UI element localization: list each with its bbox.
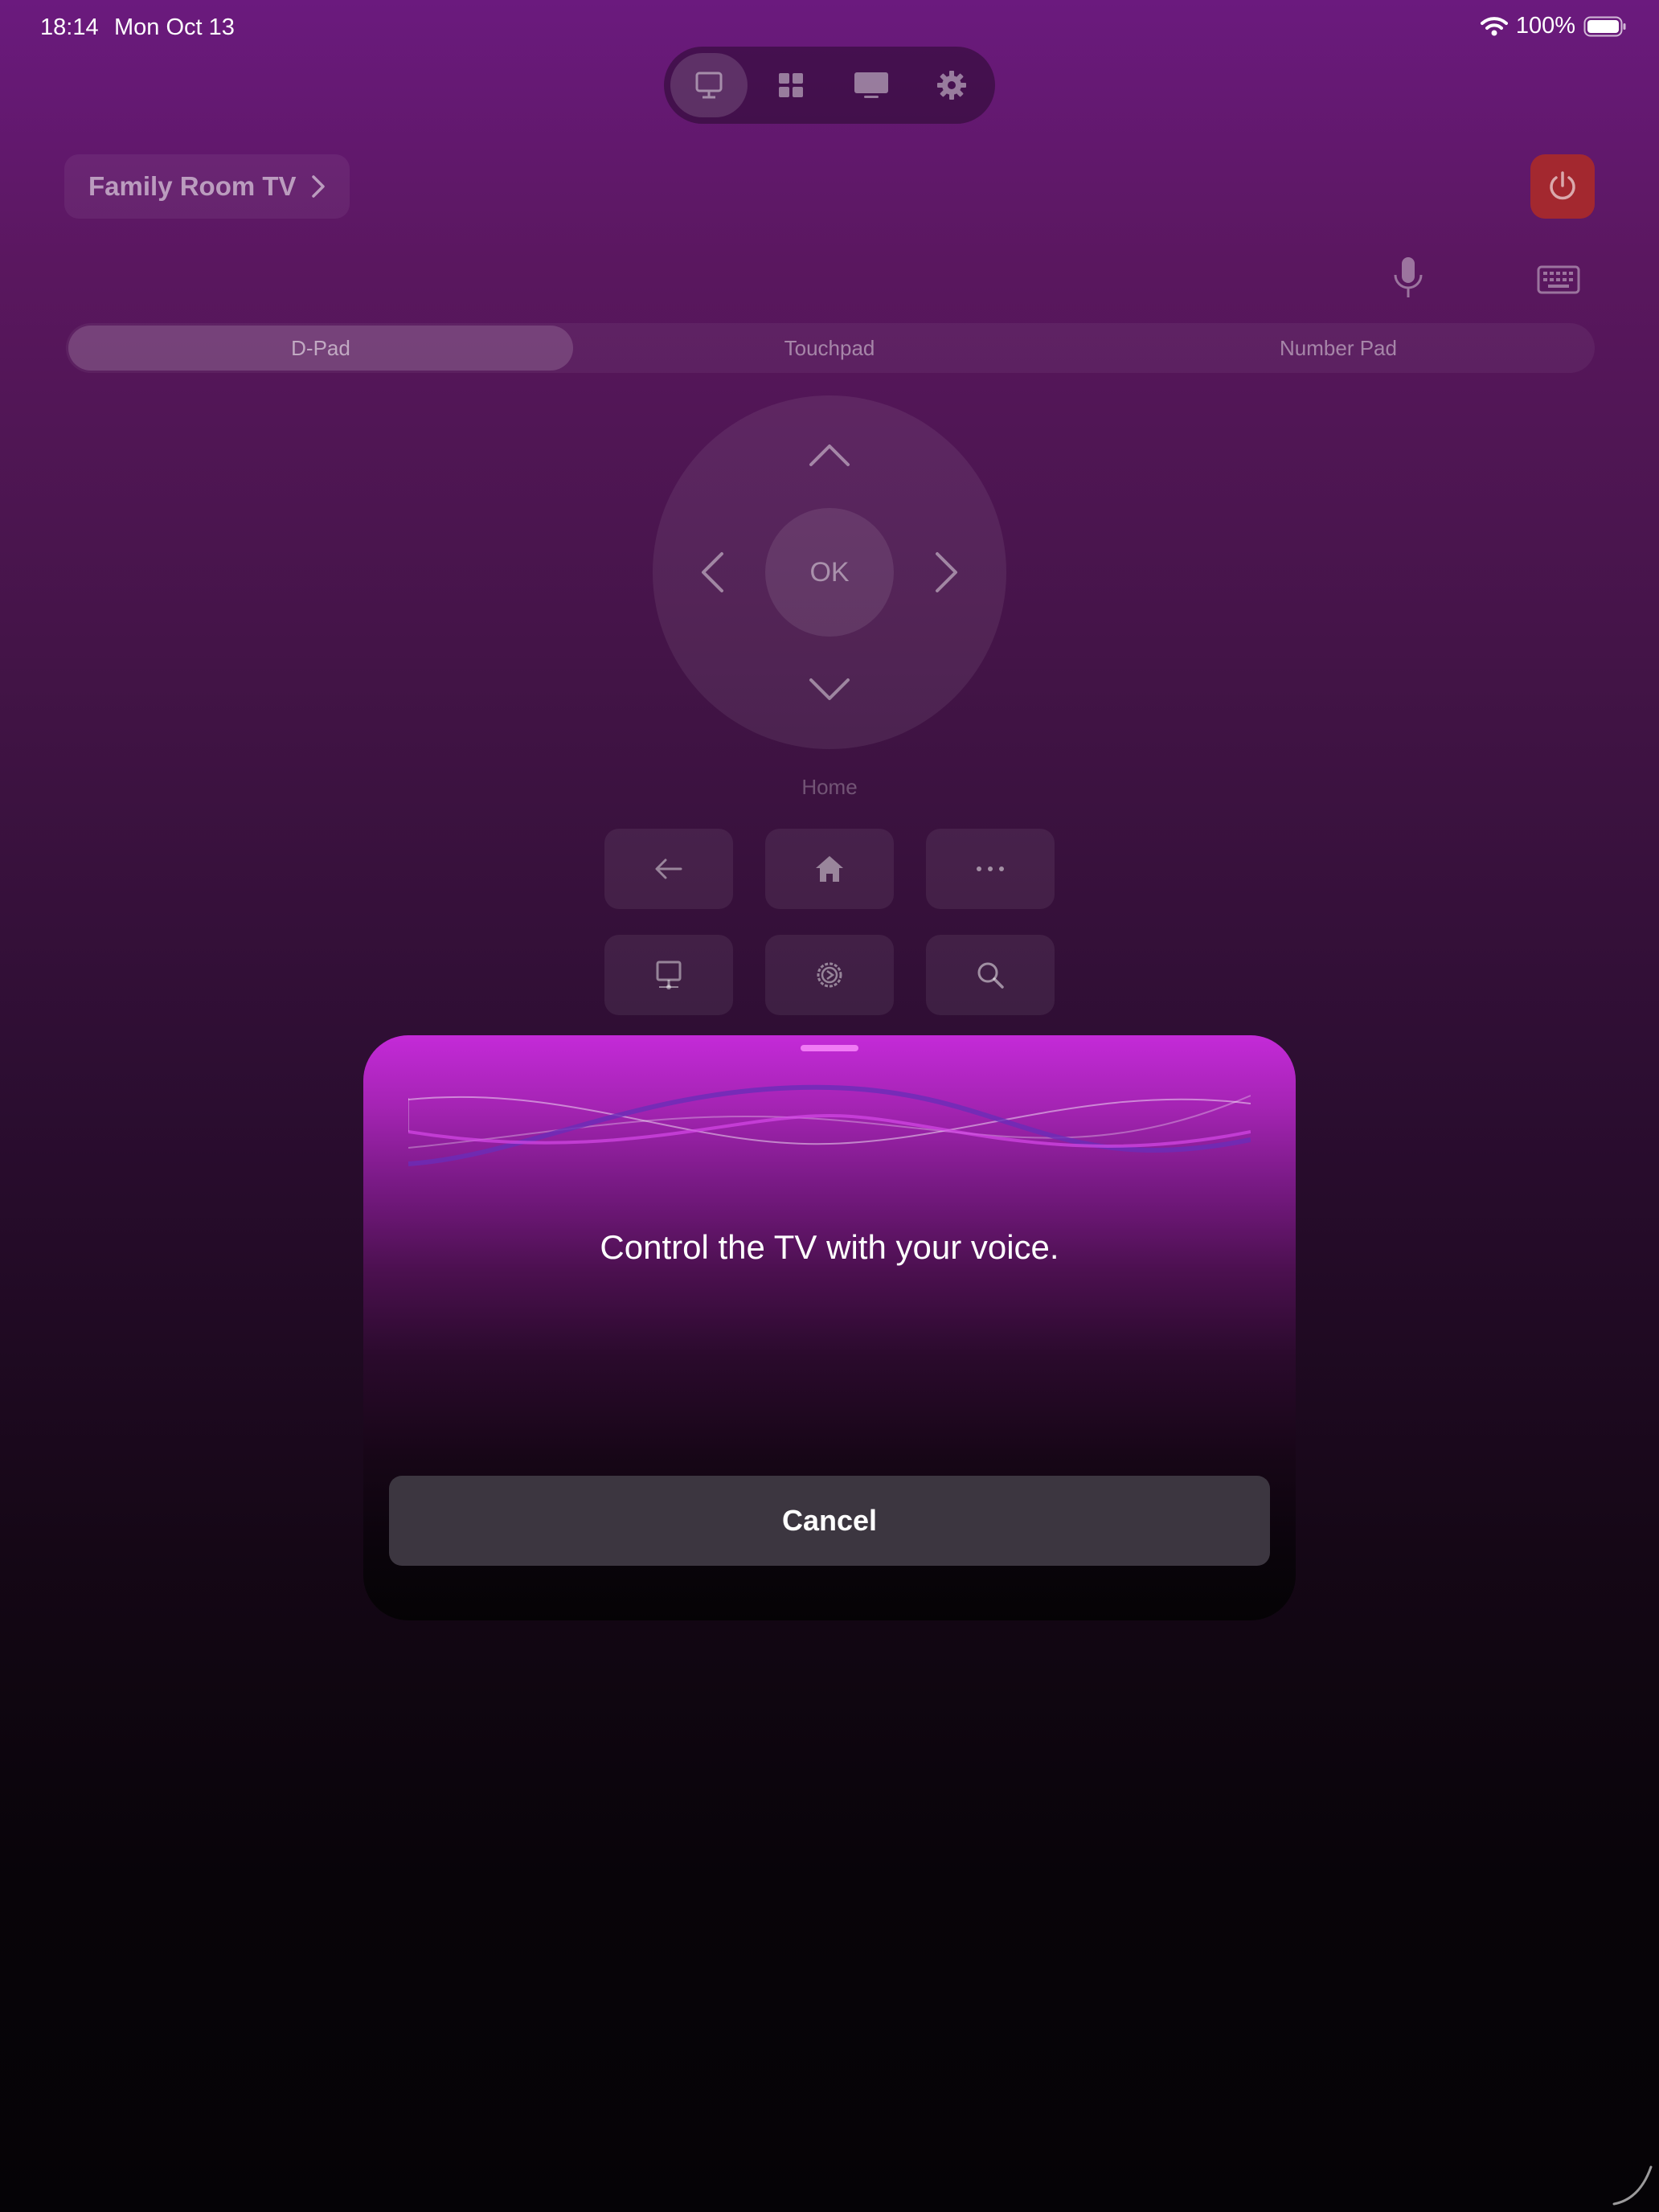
search-button[interactable]	[926, 935, 1055, 1015]
gear-icon	[937, 71, 966, 100]
back-button[interactable]	[604, 829, 733, 909]
input-source-button[interactable]	[604, 935, 733, 1015]
home-icon	[816, 856, 843, 882]
input-source-icon	[656, 961, 682, 989]
status-date: Mon Oct 13	[114, 14, 235, 40]
tab-apps[interactable]	[752, 53, 830, 117]
voice-sheet: Control the TV with your voice. Cancel	[363, 1035, 1296, 1620]
keyboard-icon[interactable]	[1537, 265, 1580, 294]
home-label: Home	[801, 775, 858, 799]
chevron-right-icon	[936, 552, 957, 592]
home-button[interactable]	[765, 829, 894, 909]
sheet-grabber[interactable]	[801, 1045, 858, 1051]
dpad-right[interactable]	[923, 548, 971, 596]
wifi-icon	[1480, 16, 1508, 35]
chevron-up-icon	[809, 444, 850, 466]
apps-grid-icon	[779, 73, 803, 97]
tab-dpad[interactable]: D-Pad	[68, 326, 573, 371]
back-arrow-icon	[655, 858, 682, 879]
power-button[interactable]	[1530, 154, 1595, 219]
cancel-button[interactable]: Cancel	[389, 1476, 1270, 1566]
more-button[interactable]	[926, 829, 1055, 909]
battery-percent: 100%	[1515, 13, 1575, 39]
device-selector[interactable]: Family Room TV	[64, 154, 350, 219]
chevron-down-icon	[809, 678, 850, 700]
status-right: 100%	[1480, 13, 1627, 39]
voice-prompt: Control the TV with your voice.	[600, 1228, 1059, 1266]
input-mode-control: D-Pad Touchpad Number Pad	[66, 323, 1595, 373]
device-name: Family Room TV	[88, 171, 297, 201]
search-icon	[977, 962, 1004, 989]
ok-button[interactable]: OK	[765, 508, 894, 637]
tv-icon	[854, 72, 888, 98]
tv-settings-button[interactable]	[765, 935, 894, 1015]
dpad-down[interactable]	[805, 666, 854, 714]
resize-handle-icon[interactable]	[1608, 2159, 1656, 2207]
tab-remote[interactable]	[670, 53, 748, 117]
dpad: OK	[653, 395, 1006, 749]
tab-number-pad[interactable]: Number Pad	[1086, 326, 1591, 371]
status-bar: 18:14 Mon Oct 13 100%	[40, 11, 1627, 43]
chevron-right-icon	[311, 175, 325, 198]
tab-tv[interactable]	[833, 53, 910, 117]
power-icon	[1550, 171, 1575, 200]
top-nav	[664, 47, 995, 124]
microphone-icon[interactable]	[1392, 256, 1424, 301]
dpad-up[interactable]	[805, 431, 854, 479]
remote-icon	[695, 72, 723, 99]
dpad-left[interactable]	[688, 548, 736, 596]
tab-settings[interactable]	[913, 53, 990, 117]
status-time: 18:14	[40, 14, 99, 40]
more-dots-icon	[977, 866, 1004, 871]
voice-waveform	[408, 1084, 1251, 1166]
chevron-left-icon	[702, 552, 723, 592]
battery-icon	[1583, 16, 1626, 36]
tab-touchpad[interactable]: Touchpad	[577, 326, 1082, 371]
tv-settings-icon	[817, 962, 842, 988]
